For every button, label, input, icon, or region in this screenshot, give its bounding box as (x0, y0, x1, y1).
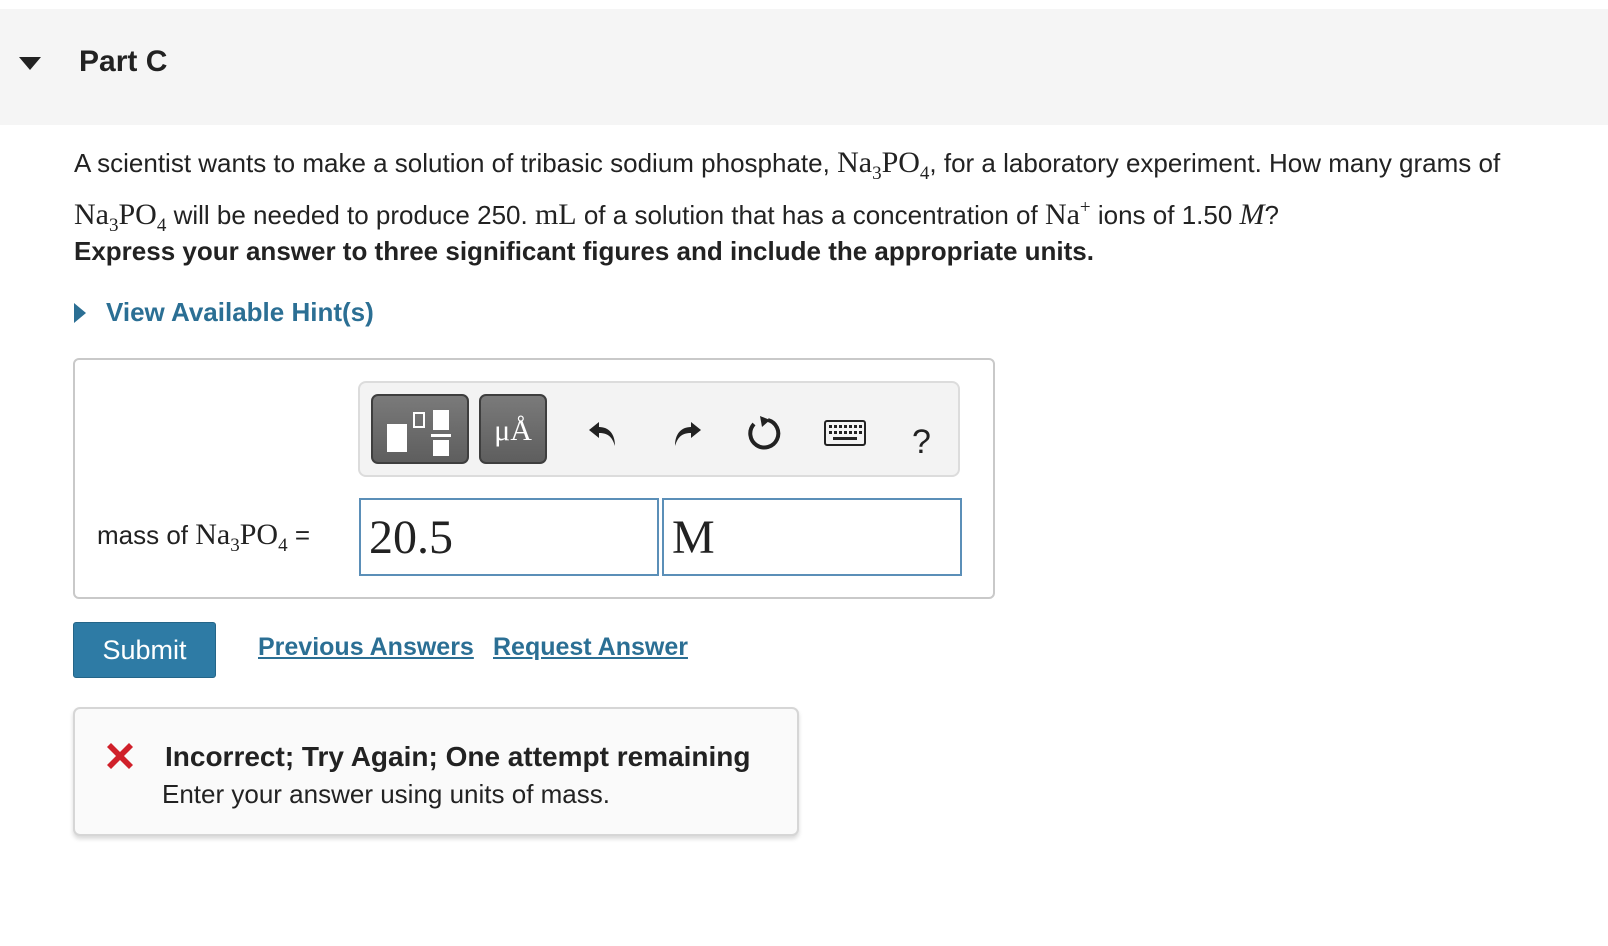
formula-part: Na (195, 518, 231, 551)
formula-subscript: 3 (230, 535, 240, 556)
formula-subscript: 4 (919, 163, 930, 184)
page: Part C A scientist wants to make a solut… (0, 0, 1608, 946)
question-text: A scientist wants to make a solution of … (74, 146, 1608, 243)
answer-label: mass of Na3PO4 = (97, 518, 310, 557)
formula-na3po4: Na3PO4 (195, 518, 287, 556)
top-strip (0, 0, 1608, 9)
template-block (387, 424, 407, 452)
error-x-icon (107, 743, 133, 769)
part-title: Part C (79, 45, 168, 78)
template-block (431, 434, 451, 437)
formula-subscript: 4 (278, 535, 288, 556)
unit-input[interactable] (662, 498, 962, 576)
undo-icon[interactable] (584, 413, 624, 453)
ion-charge: + (1079, 197, 1091, 218)
previous-answers-link[interactable]: Previous Answers (258, 633, 474, 662)
formula-part: PO (118, 198, 157, 231)
question-line-1: A scientist wants to make a solution of … (74, 146, 1608, 191)
template-block (433, 440, 449, 456)
units-icon: μÅ (494, 414, 532, 447)
template-block (413, 412, 425, 428)
keyboard-icon-svg (824, 420, 866, 446)
question-text-segment: of a solution that has a concentration o… (576, 200, 1045, 230)
answer-label-suffix: = (287, 520, 311, 550)
question-text-segment: ? (1264, 200, 1279, 230)
question-text-segment: A scientist wants to make a solution of … (74, 148, 838, 178)
hints-toggle[interactable]: View Available Hint(s) (74, 297, 374, 328)
formula-na3po4: Na3PO4 (837, 146, 929, 184)
answer-label-prefix: mass of (97, 520, 196, 550)
volume-unit: mL (534, 198, 577, 231)
request-answer-link[interactable]: Request Answer (493, 633, 688, 662)
help-icon[interactable]: ? (912, 423, 931, 462)
submit-button[interactable]: Submit (73, 622, 216, 678)
formula-part: Na (837, 146, 873, 179)
question-text-segment: will be needed to produce 250. (166, 200, 535, 230)
question-text-segment: , for a laboratory experiment. How many … (929, 148, 1501, 178)
ion-symbol: Na (1044, 198, 1080, 231)
template-block (433, 410, 449, 430)
units-button[interactable]: μÅ (479, 394, 547, 464)
feedback-title: Incorrect; Try Again; One attempt remain… (165, 741, 751, 772)
view-hints-link[interactable]: View Available Hint(s) (106, 297, 374, 328)
molarity-symbol: M (1239, 198, 1265, 231)
templates-button[interactable] (371, 394, 469, 464)
redo-icon[interactable] (666, 413, 706, 453)
formula-part: PO (239, 518, 279, 551)
feedback-box: Incorrect; Try Again; One attempt remain… (73, 707, 799, 836)
formula-subscript: 4 (156, 215, 167, 236)
collapse-arrow-icon[interactable] (19, 57, 41, 70)
redo-icon-svg (675, 422, 701, 446)
feedback-message: Enter your answer using units of mass. (162, 779, 610, 809)
reset-icon-svg (748, 416, 781, 450)
formula-na3po4: Na3PO4 (74, 198, 166, 236)
math-toolbar: μÅ ? (358, 381, 960, 477)
value-input[interactable] (359, 498, 659, 576)
instruction-text: Express your answer to three significant… (74, 236, 1094, 266)
formula-part: Na (74, 198, 109, 231)
expand-arrow-icon[interactable] (74, 302, 86, 323)
question-text-segment: ions of 1.50 (1090, 200, 1240, 230)
keyboard-icon[interactable] (822, 413, 868, 453)
undo-icon-svg (589, 422, 615, 446)
part-header[interactable]: Part C (0, 9, 1608, 125)
sodium-ion: Na+ (1044, 197, 1091, 231)
formula-subscript: 3 (872, 163, 882, 184)
reset-icon[interactable] (744, 413, 784, 453)
formula-part: PO (881, 146, 920, 179)
